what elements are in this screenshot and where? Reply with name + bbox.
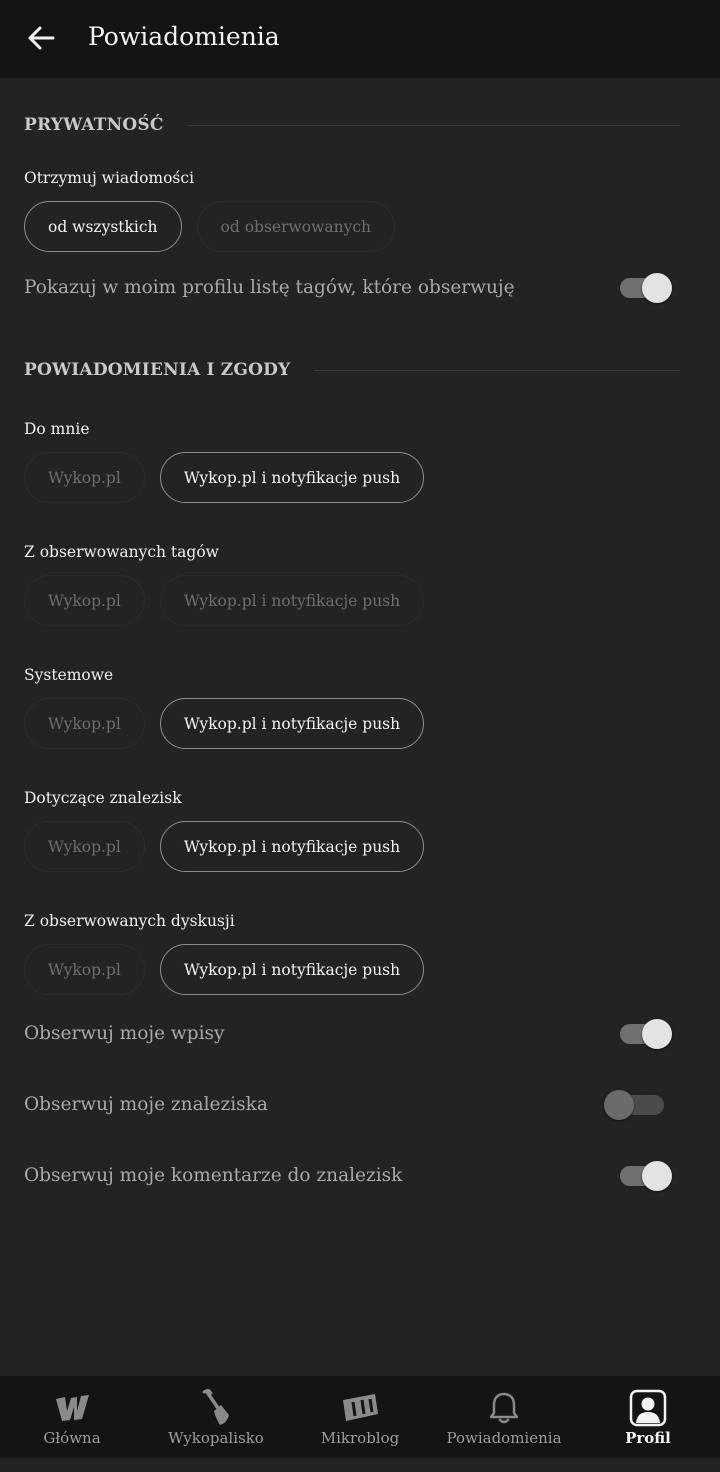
page-title: Powiadomienia: [88, 22, 280, 51]
nav-item-profil[interactable]: Profil: [576, 1376, 720, 1458]
shovel-icon: [196, 1389, 236, 1427]
nav-label-mikroblog: Mikroblog: [320, 1429, 400, 1447]
nav-label-powiadomienia: Powiadomienia: [446, 1429, 562, 1447]
follow-findings-label: Obserwuj moje znaleziska: [24, 1093, 268, 1115]
group-options-followed-tags: Wykop.pl Wykop.pl i notyfikacje push: [24, 575, 425, 626]
follow-comments-label: Obserwuj moje komentarze do znalezisk: [24, 1164, 403, 1186]
nav-label-glowna: Główna: [43, 1429, 101, 1447]
show-tags-row: Pokazuj w moim profilu listę tagów, któr…: [24, 267, 680, 307]
app-bar: Powiadomienia: [0, 0, 720, 78]
bottom-navigation: Główna Wykopalisko Mikroblog Powiadomien…: [0, 1376, 720, 1458]
nav-label-profil: Profil: [625, 1429, 671, 1447]
back-button[interactable]: [22, 20, 60, 56]
notifications-section-title: POWIADOMIENIA I ZGODY: [24, 360, 291, 380]
group-label-followed-discussions: Z obserwowanych dyskusji: [24, 912, 235, 930]
show-tags-switch[interactable]: [620, 273, 676, 303]
follow-entries-switch[interactable]: [620, 1019, 676, 1049]
follow-entries-label: Obserwuj moje wpisy: [24, 1022, 225, 1044]
group-options-findings: Wykop.pl Wykop.pl i notyfikacje push: [24, 821, 425, 872]
arrow-left-icon: [28, 26, 55, 50]
option-wykop[interactable]: Wykop.pl: [24, 698, 145, 749]
follow-findings-switch[interactable]: [604, 1090, 666, 1120]
nav-item-wykopalisko[interactable]: Wykopalisko: [144, 1376, 288, 1458]
option-wykop-push[interactable]: Wykop.pl i notyfikacje push: [159, 452, 425, 503]
settings-content: PRYWATNOŚĆ Otrzymuj wiadomości od wszyst…: [0, 78, 720, 1376]
option-wykop[interactable]: Wykop.pl: [24, 944, 145, 995]
nav-item-glowna[interactable]: Główna: [0, 1376, 144, 1458]
option-wykop-push[interactable]: Wykop.pl i notyfikacje push: [159, 821, 425, 872]
group-label-to-me: Do mnie: [24, 420, 90, 438]
receive-messages-options: od wszystkich od obserwowanych: [24, 201, 396, 252]
group-options-followed-discussions: Wykop.pl Wykop.pl i notyfikacje push: [24, 944, 425, 995]
option-wykop-push[interactable]: Wykop.pl i notyfikacje push: [159, 698, 425, 749]
receive-messages-label: Otrzymuj wiadomości: [24, 169, 195, 187]
group-label-findings: Dotyczące znalezisk: [24, 789, 182, 807]
section-divider: [187, 124, 680, 126]
nav-item-powiadomienia[interactable]: Powiadomienia: [432, 1376, 576, 1458]
system-nav-bar: [0, 1458, 720, 1472]
nav-label-wykopalisko: Wykopalisko: [168, 1429, 264, 1447]
option-wykop[interactable]: Wykop.pl: [24, 575, 145, 626]
option-wykop[interactable]: Wykop.pl: [24, 452, 145, 503]
show-tags-label: Pokazuj w moim profilu listę tagów, któr…: [24, 276, 515, 298]
bell-icon: [484, 1389, 524, 1427]
follow-entries-row: Obserwuj moje wpisy: [24, 1013, 680, 1053]
option-from-everyone[interactable]: od wszystkich: [24, 201, 182, 252]
option-wykop-push[interactable]: Wykop.pl i notyfikacje push: [159, 944, 425, 995]
section-divider: [314, 369, 680, 371]
group-options-system: Wykop.pl Wykop.pl i notyfikacje push: [24, 698, 425, 749]
privacy-section-header: PRYWATNOŚĆ: [24, 115, 680, 135]
wykop-logo-icon: [52, 1389, 92, 1427]
nav-item-mikroblog[interactable]: Mikroblog: [288, 1376, 432, 1458]
follow-comments-switch[interactable]: [620, 1161, 676, 1191]
option-wykop-push[interactable]: Wykop.pl i notyfikacje push: [159, 575, 425, 626]
mikroblog-icon: [340, 1389, 380, 1427]
option-from-followed[interactable]: od obserwowanych: [196, 201, 396, 252]
follow-comments-row: Obserwuj moje komentarze do znalezisk: [24, 1155, 680, 1195]
group-label-followed-tags: Z obserwowanych tagów: [24, 543, 219, 561]
privacy-section-title: PRYWATNOŚĆ: [24, 115, 164, 135]
option-wykop[interactable]: Wykop.pl: [24, 821, 145, 872]
notifications-section-header: POWIADOMIENIA I ZGODY: [24, 360, 680, 380]
follow-findings-row: Obserwuj moje znaleziska: [24, 1084, 680, 1124]
group-label-system: Systemowe: [24, 666, 114, 684]
profile-icon: [628, 1389, 668, 1427]
group-options-to-me: Wykop.pl Wykop.pl i notyfikacje push: [24, 452, 425, 503]
